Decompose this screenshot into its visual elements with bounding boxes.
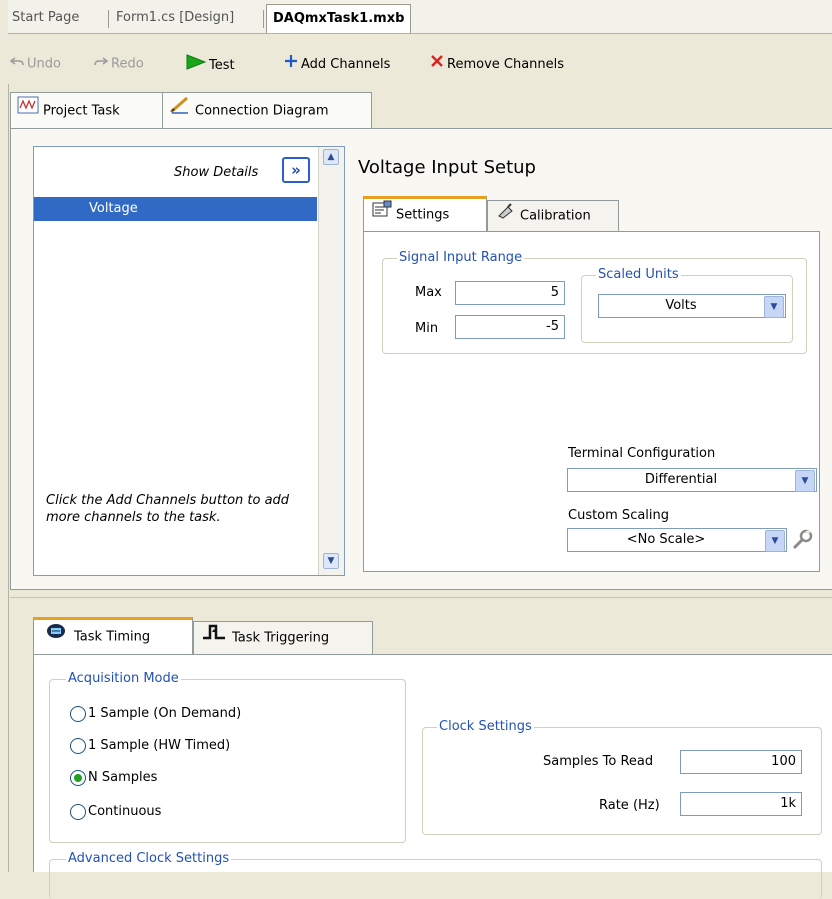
tab-daqmxtask1[interactable]: DAQmxTask1.mxb [266,4,412,33]
radio-1-sample-on-demand[interactable] [70,706,86,722]
clock-settings-group: Clock Settings Samples To Read 100 Rate … [422,719,822,835]
add-channels-label: Add Channels [301,57,391,72]
radio-label-1-sample-on-demand[interactable]: 1 Sample (On Demand) [88,706,241,722]
clock-settings-legend: Clock Settings [437,719,534,735]
tab-divider [263,10,264,28]
acquisition-mode-legend: Acquisition Mode [66,671,181,687]
scaled-units-value: Volts [665,298,697,313]
trigger-icon [202,622,226,654]
tab-task-triggering-label: Task Triggering [232,630,330,646]
terminal-configuration-label: Terminal Configuration [568,446,716,461]
tab-task-triggering[interactable]: Task Triggering [193,621,373,655]
tab-project-task[interactable]: Project Task [10,92,174,129]
task-timing-panel: Acquisition Mode 1 Sample (On Demand) 1 … [33,654,832,899]
radio-label-continuous[interactable]: Continuous [88,804,161,820]
rate-input[interactable]: 1k [680,792,802,816]
scroll-down-button[interactable]: ▼ [323,553,339,569]
scaled-units-legend: Scaled Units [596,267,681,283]
tab-calibration-label: Calibration [520,208,591,224]
signal-input-range-legend: Signal Input Range [397,250,525,266]
radio-n-samples[interactable] [70,770,86,786]
show-details-button[interactable]: » [282,157,310,183]
tab-task-timing[interactable]: Task Timing [33,617,193,655]
chevron-down-icon[interactable]: ▼ [795,470,815,492]
tab-calibration[interactable]: Calibration [487,200,619,232]
custom-scaling-value: <No Scale> [626,532,706,547]
waveform-icon [17,93,39,129]
document-tab-bar: Start Page Form1.cs [Design] DAQmxTask1.… [8,0,832,34]
samples-to-read-label: Samples To Read [543,754,654,769]
custom-scaling-label: Custom Scaling [568,508,670,523]
redo-button[interactable]: Redo [94,54,144,74]
channel-list-scrollbar[interactable]: ▲ ▼ [318,147,344,575]
max-label: Max [415,285,442,300]
calibration-icon [496,201,516,231]
tab-divider [108,10,109,28]
tab-settings-label: Settings [396,207,450,223]
chevron-down-icon[interactable]: ▼ [765,530,785,552]
radio-continuous[interactable] [70,804,86,820]
tab-settings[interactable]: Settings [363,196,487,232]
chevron-down-icon[interactable]: ▼ [764,296,784,318]
wrench-icon[interactable] [790,528,814,556]
show-details-label: Show Details [174,165,259,180]
radio-label-n-samples[interactable]: N Samples [88,770,157,786]
splitter[interactable] [10,597,832,598]
advanced-clock-settings-group: Advanced Clock Settings [49,851,822,899]
radio-1-sample-hw-timed[interactable] [70,738,86,754]
tab-connection-diagram[interactable]: Connection Diagram [162,92,372,129]
signal-input-range-group: Signal Input Range Max 5 Min -5 Scaled U… [382,250,807,354]
undo-button[interactable]: Undo [9,54,61,74]
remove-channels-button[interactable]: Remove Channels [430,54,564,74]
terminal-configuration-select[interactable]: Differential ▼ [567,468,817,492]
add-channels-button[interactable]: Add Channels [284,54,390,74]
panel-tab-bar: Project Task Connection Diagram [10,92,832,130]
x-icon [430,54,444,75]
channel-item-voltage[interactable]: Voltage [34,197,317,221]
remove-channels-label: Remove Channels [447,57,565,72]
tab-project-task-label: Project Task [43,103,120,119]
scroll-up-button[interactable]: ▲ [323,149,339,165]
tab-connection-diagram-label: Connection Diagram [195,103,329,119]
play-icon [186,54,207,77]
undo-icon [9,54,24,74]
test-label: Test [209,58,235,73]
window-edge [8,84,9,872]
settings-panel: Signal Input Range Max 5 Min -5 Scaled U… [363,231,820,572]
rate-label: Rate (Hz) [599,798,660,813]
radio-label-1-sample-hw-timed[interactable]: 1 Sample (HW Timed) [88,738,230,754]
custom-scaling-select[interactable]: <No Scale> ▼ [567,528,787,552]
tab-start-page[interactable]: Start Page [12,8,79,28]
redo-label: Redo [111,56,144,72]
max-input[interactable]: 5 [455,281,565,305]
toolbar: Undo Redo Test Add Channels Remove Chann… [8,36,832,84]
clock-icon [46,620,66,654]
channel-list: Show Details » Voltage Click the Add Cha… [33,146,345,576]
scaled-units-select[interactable]: Volts ▼ [598,294,786,318]
acquisition-mode-group: Acquisition Mode 1 Sample (On Demand) 1 … [49,671,406,843]
min-label: Min [415,321,439,336]
test-button[interactable]: Test [186,54,235,74]
scaled-units-group: Scaled Units Volts ▼ [581,267,793,343]
redo-icon [94,54,109,74]
setup-title: Voltage Input Setup [358,157,536,178]
terminal-configuration-value: Differential [644,472,718,487]
add-channels-hint: Click the Add Channels button to add mor… [46,493,290,525]
samples-to-read-input[interactable]: 100 [680,750,802,774]
diagram-pen-icon [169,93,191,129]
tab-task-timing-label: Task Timing [74,629,151,645]
tab-form1-design[interactable]: Form1.cs [Design] [116,8,234,28]
plus-icon [284,54,298,75]
undo-label: Undo [27,56,61,72]
min-input[interactable]: -5 [455,315,565,339]
settings-icon [372,199,392,231]
advanced-clock-settings-legend[interactable]: Advanced Clock Settings [66,851,232,867]
